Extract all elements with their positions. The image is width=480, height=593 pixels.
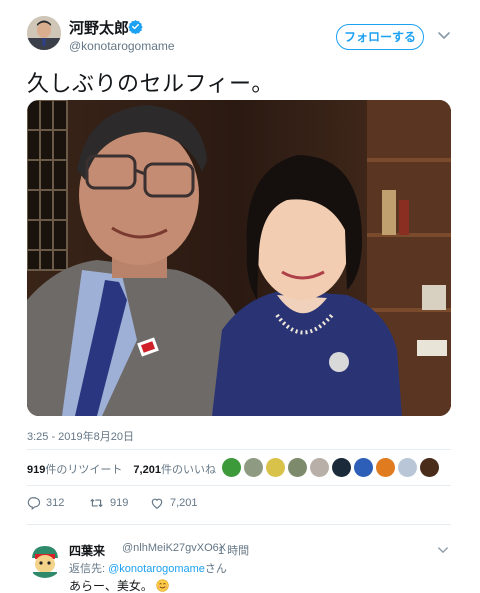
- like-button[interactable]: 7,201: [150, 494, 210, 512]
- reply-avatar[interactable]: [27, 542, 63, 578]
- like-stat-count: 7,201: [133, 464, 161, 476]
- heart-icon: [151, 498, 163, 509]
- chevron-down-icon[interactable]: [437, 546, 449, 555]
- tweet-stats: 919件のリツイート 7,201件のいいね: [27, 461, 224, 477]
- like-count: 7,201: [170, 497, 198, 509]
- reply-text-line: あらー、美女。: [69, 577, 169, 593]
- divider: [27, 524, 451, 525]
- follow-button[interactable]: フォローする: [336, 24, 424, 50]
- reply-icon: [27, 497, 41, 510]
- reply-to-line: 返信先: @konotarogomameさん: [69, 560, 227, 576]
- avatar-night[interactable]: [420, 458, 439, 477]
- like-stat-label: 件のいいね: [160, 464, 216, 476]
- like-stat[interactable]: 7,201件のいいね: [133, 464, 216, 476]
- tweet-text: 久しぶりのセルフィー。: [27, 71, 274, 96]
- avatar-dark[interactable]: [332, 458, 351, 477]
- avatar-green[interactable]: [222, 458, 241, 477]
- retweet-stat[interactable]: 919件のリツイート: [27, 464, 122, 476]
- retweet-count: 919: [110, 497, 129, 509]
- retweet-stat-count: 919: [27, 464, 46, 476]
- retweet-stat-label: 件のリツイート: [45, 464, 123, 476]
- author-handle[interactable]: @konotarogomame: [69, 39, 175, 53]
- reply-count: 312: [46, 497, 65, 509]
- divider: [27, 485, 451, 486]
- reply-separator: ·: [210, 542, 214, 554]
- tweet-timestamp[interactable]: 3:25 - 2019年8月20日: [27, 428, 134, 444]
- reply-author-name[interactable]: 四葉来: [69, 542, 105, 559]
- tweet-actions: 312 919 7,201: [27, 494, 451, 512]
- reply-to-mention[interactable]: @konotarogomame: [108, 563, 205, 575]
- avatar-orange[interactable]: [376, 458, 395, 477]
- avatar-landscape[interactable]: [244, 458, 263, 477]
- author-name[interactable]: 河野太郎: [69, 17, 129, 38]
- reply-button[interactable]: 312: [27, 494, 77, 512]
- verified-badge-icon: [128, 19, 143, 34]
- smile-emoji-icon: [156, 579, 169, 592]
- avatar-yellow[interactable]: [266, 458, 285, 477]
- divider: [27, 449, 451, 450]
- reply-to-suffix: さん: [204, 563, 227, 575]
- tweet-photo[interactable]: [27, 100, 451, 416]
- retweet-button[interactable]: 919: [89, 494, 139, 512]
- avatar-sky[interactable]: [398, 458, 417, 477]
- avatar-photo[interactable]: [288, 458, 307, 477]
- reply-time[interactable]: 1 時間: [218, 542, 249, 558]
- retweet-icon: [90, 498, 103, 508]
- reply-to-prefix: 返信先:: [69, 563, 106, 575]
- tweet-header: 河野太郎 @konotarogomame フォローする: [0, 0, 480, 62]
- author-avatar[interactable]: [27, 16, 61, 50]
- avatar-cat[interactable]: [310, 458, 329, 477]
- avatar-blue[interactable]: [354, 458, 373, 477]
- reply-text: あらー、美女。: [69, 579, 153, 593]
- chevron-down-icon[interactable]: [437, 31, 451, 41]
